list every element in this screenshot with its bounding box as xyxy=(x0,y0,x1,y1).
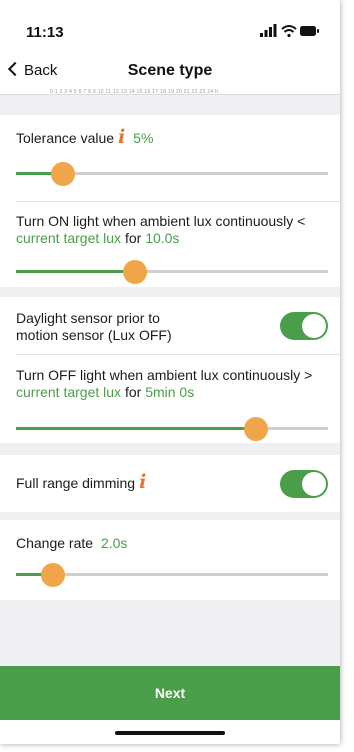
full-range-dimming-row: Full range dimming i xyxy=(16,473,146,492)
tolerance-label: Tolerance value xyxy=(16,130,115,146)
page-title: Scene type xyxy=(127,62,213,79)
daylight-sensor-label: Daylight sensor prior to motion sensor (… xyxy=(16,310,172,344)
battery-icon xyxy=(300,26,319,36)
turn-on-target-link[interactable]: current target lux xyxy=(16,230,121,246)
turn-on-description: Turn ON light when ambient lux continuou… xyxy=(16,213,328,247)
turn-off-for: for xyxy=(124,384,142,400)
tolerance-slider-thumb[interactable] xyxy=(50,162,75,186)
full-range-dimming-toggle[interactable] xyxy=(280,470,328,498)
turn-off-slider[interactable] xyxy=(16,417,328,441)
toggle-knob xyxy=(302,314,326,338)
change-rate-label: Change rate xyxy=(16,535,94,551)
change-rate-slider-thumb[interactable] xyxy=(41,563,66,587)
tolerance-value: 5% xyxy=(133,130,154,146)
home-indicator-bar xyxy=(0,720,340,744)
tolerance-label-row: Tolerance value i 5% xyxy=(16,128,154,147)
daylight-sensor-toggle[interactable] xyxy=(280,312,328,340)
home-indicator[interactable] xyxy=(115,731,225,735)
full-range-dimming-section: Full range dimming i xyxy=(0,455,340,512)
daylight-line2: motion sensor (Lux OFF) xyxy=(16,327,172,343)
toggle-knob xyxy=(302,472,326,496)
info-icon[interactable]: i xyxy=(139,473,146,492)
turn-on-duration: 10.0s xyxy=(145,230,180,246)
divider xyxy=(16,201,340,202)
turn-off-description: Turn OFF light when ambient lux continuo… xyxy=(16,367,328,401)
next-button[interactable]: Next xyxy=(0,666,340,720)
change-rate-slider[interactable] xyxy=(16,563,328,587)
hour-tick-scale: 0 1 2 3 4 5 6 7 8 9 10 11 12 13 14 15 16… xyxy=(50,89,219,95)
daylight-line1: Daylight sensor prior to xyxy=(16,310,160,326)
change-rate-value: 2.0s xyxy=(100,535,128,551)
turn-off-duration: 5min 0s xyxy=(145,384,195,400)
turn-on-for: for xyxy=(124,230,142,246)
tolerance-slider[interactable] xyxy=(16,162,328,186)
status-icons xyxy=(260,24,319,38)
status-bar: 11:13 xyxy=(0,0,340,50)
info-icon[interactable]: i xyxy=(118,128,125,147)
turn-off-slider-fill xyxy=(16,427,257,430)
phone-screen: 11:13 Back Scene type 0 1 2 3 4 5 6 7 8 … xyxy=(0,0,340,744)
cellular-signal-icon xyxy=(260,24,277,37)
turn-off-text: Turn OFF light when ambient lux continuo… xyxy=(16,367,313,383)
turn-on-slider-thumb[interactable] xyxy=(122,260,147,284)
turn-off-target-link[interactable]: current target lux xyxy=(16,384,121,400)
turn-off-slider-thumb[interactable] xyxy=(244,417,269,441)
status-time: 11:13 xyxy=(26,24,64,41)
divider xyxy=(16,354,340,355)
tolerance-section: Tolerance value i 5% Turn ON light when a… xyxy=(0,115,340,287)
turn-on-slider-fill xyxy=(16,270,135,273)
turn-on-slider[interactable] xyxy=(16,260,328,284)
full-range-dimming-label: Full range dimming xyxy=(16,475,136,491)
daylight-section: Daylight sensor prior to motion sensor (… xyxy=(0,297,340,443)
change-rate-section: Change rate 2.0s xyxy=(0,520,340,600)
change-rate-row: Change rate 2.0s xyxy=(16,535,127,552)
wifi-icon xyxy=(281,25,297,38)
turn-on-text: Turn ON light when ambient lux continuou… xyxy=(16,213,306,229)
